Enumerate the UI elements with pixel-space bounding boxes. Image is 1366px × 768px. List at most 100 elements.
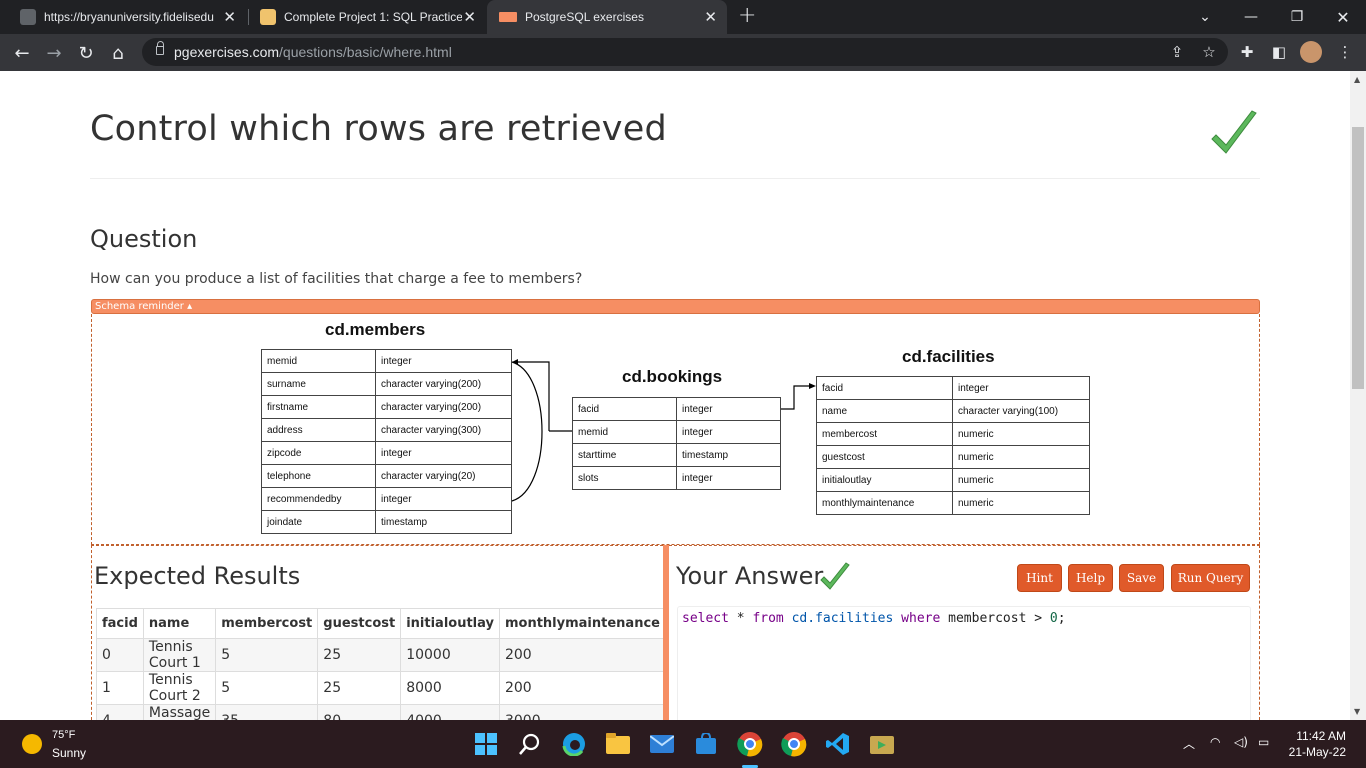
question-heading: Question xyxy=(90,225,198,253)
table-cell: 8000 xyxy=(400,671,500,705)
save-button[interactable]: Save xyxy=(1119,564,1164,592)
table-cell: 5 xyxy=(215,671,319,705)
address-bar[interactable]: pgexercises.com/questions/basic/where.ht… xyxy=(142,38,1228,66)
table-cell: 80 xyxy=(317,704,402,720)
file-explorer-icon[interactable] xyxy=(604,730,632,758)
close-icon[interactable]: ✕ xyxy=(463,8,476,26)
clock-time: 11:42 AM xyxy=(1296,729,1346,743)
weather-desc[interactable]: Sunny xyxy=(52,746,86,760)
new-tab-button[interactable]: + xyxy=(738,3,756,28)
help-button[interactable]: Help xyxy=(1068,564,1113,592)
scroll-up-icon[interactable]: ▲ xyxy=(1354,75,1360,84)
tray-chevron-up-icon[interactable]: ︿ xyxy=(1183,735,1195,752)
scrollbar-thumb[interactable] xyxy=(1352,127,1364,389)
divider xyxy=(90,178,1260,179)
table-cell: 25 xyxy=(317,638,402,672)
table-cell: 4 xyxy=(96,704,144,720)
reload-icon[interactable]: ↻ xyxy=(72,39,100,67)
profile-avatar[interactable] xyxy=(1300,41,1322,63)
chrome-icon[interactable] xyxy=(780,730,808,758)
page-content: Control which rows are retrieved Questio… xyxy=(0,71,1350,720)
recommendedby-link xyxy=(511,361,543,502)
mail-icon[interactable] xyxy=(648,730,676,758)
tab-search-icon[interactable]: ⌄ xyxy=(1182,0,1228,34)
pge-icon xyxy=(499,12,517,22)
scroll-down-icon[interactable]: ▼ xyxy=(1354,707,1360,716)
bookmark-star-icon[interactable]: ☆ xyxy=(1198,41,1220,63)
your-answer-pane: Your Answer Hint Help Save Run Query sel… xyxy=(669,545,1260,720)
table-header-row: facid name membercost guestcost initialoutla… xyxy=(96,608,666,639)
tab-title: Complete Project 1: SQL Practice xyxy=(284,10,462,24)
extensions-icon[interactable]: ✚ xyxy=(1236,41,1258,63)
table-cell: Massage Room 1 xyxy=(142,704,217,720)
window-close-button[interactable]: ✕ xyxy=(1320,0,1366,34)
battery-icon[interactable]: ▭ xyxy=(1258,735,1269,749)
expected-results-heading: Expected Results xyxy=(94,562,301,590)
restore-button[interactable]: ❐ xyxy=(1274,0,1320,34)
table-cell: 4000 xyxy=(400,704,500,720)
app-folder-icon[interactable] xyxy=(868,730,896,758)
column-header: name xyxy=(142,608,217,639)
expected-results-table: facid name membercost guestcost initialoutla… xyxy=(96,608,666,720)
search-icon[interactable] xyxy=(516,730,544,758)
url-text: pgexercises.com/questions/basic/where.ht… xyxy=(174,44,452,60)
table-row: 4Massage Room 1358040003000 xyxy=(96,704,666,720)
arrowhead xyxy=(809,383,816,389)
column-header: initialoutlay xyxy=(400,608,500,639)
store-icon[interactable] xyxy=(692,730,720,758)
column-header: membercost xyxy=(215,608,319,639)
column-header: facid xyxy=(96,608,144,639)
tab-postgresql-exercises[interactable]: PostgreSQL exercises ✕ xyxy=(487,0,727,34)
side-panel-icon[interactable]: ◧ xyxy=(1268,41,1290,63)
close-icon[interactable]: ✕ xyxy=(223,8,236,26)
run-query-button[interactable]: Run Query xyxy=(1171,564,1250,592)
page-title: Control which rows are retrieved xyxy=(90,109,667,149)
tab-sql-practice[interactable]: Complete Project 1: SQL Practice ✕ xyxy=(248,0,486,34)
schema-diagram: cd.members memid integer surname character … xyxy=(91,314,1260,545)
page-scrollbar[interactable]: ▲ ▼ xyxy=(1350,71,1366,720)
tab-bryan-university[interactable]: https://bryanuniversity.fidelisedu ✕ xyxy=(8,0,246,34)
share-icon[interactable]: ⇪ xyxy=(1166,41,1188,63)
doc-icon xyxy=(260,9,276,25)
weather-temp[interactable]: 75°F xyxy=(52,729,75,741)
chrome-profile-icon[interactable] xyxy=(736,730,764,758)
windows-taskbar: 75°F Sunny ︿ ◠ ◁) ▭ 11:42 AM 21-May-22 xyxy=(0,720,1366,768)
minimize-button[interactable]: — xyxy=(1228,0,1274,34)
close-icon[interactable]: ✕ xyxy=(704,8,717,26)
table-cell: 200 xyxy=(498,671,666,705)
memid-link xyxy=(516,361,550,431)
sun-icon[interactable] xyxy=(22,734,42,754)
volume-icon[interactable]: ◁) xyxy=(1234,735,1248,749)
edge-icon[interactable] xyxy=(560,730,588,758)
completed-check-icon xyxy=(1211,110,1257,154)
tab-title: https://bryanuniversity.fidelisedu xyxy=(44,10,214,24)
table-cell: Tennis Court 2 xyxy=(142,671,217,705)
table-cell: 10000 xyxy=(400,638,500,672)
table-cell: 25 xyxy=(317,671,402,705)
column-header: guestcost xyxy=(317,608,402,639)
your-answer-heading: Your Answer xyxy=(676,562,824,590)
wifi-icon[interactable]: ◠ xyxy=(1210,735,1220,749)
hint-button[interactable]: Hint xyxy=(1017,564,1062,592)
menu-icon[interactable]: ⋮ xyxy=(1334,41,1356,63)
lock-icon xyxy=(156,41,164,55)
start-icon[interactable] xyxy=(472,730,500,758)
table-cell: 35 xyxy=(215,704,319,720)
clock-date: 21-May-22 xyxy=(1288,745,1346,759)
bryan-icon xyxy=(20,9,36,25)
home-icon[interactable]: ⌂ xyxy=(104,39,132,67)
schema-reminder-toggle[interactable]: Schema reminder ▴ xyxy=(91,299,1260,314)
relationship-lines xyxy=(511,359,816,502)
table-cell: 5 xyxy=(215,638,319,672)
system-clock[interactable]: 11:42 AM 21-May-22 xyxy=(1289,728,1346,760)
vscode-icon[interactable] xyxy=(824,730,852,758)
table-cell: 200 xyxy=(498,638,666,672)
question-text: How can you produce a list of facilities… xyxy=(90,271,583,287)
back-icon[interactable]: ← xyxy=(8,39,36,67)
answer-correct-check-icon xyxy=(820,562,850,590)
tab-title: PostgreSQL exercises xyxy=(525,10,644,24)
forward-icon[interactable]: → xyxy=(40,39,68,67)
column-header: monthlymaintenance xyxy=(498,608,666,639)
table-row: 1 Tennis Court 2 5 25 8000 200 xyxy=(96,671,666,705)
sql-editor[interactable]: select * from cd.facilities where member… xyxy=(677,606,1251,720)
